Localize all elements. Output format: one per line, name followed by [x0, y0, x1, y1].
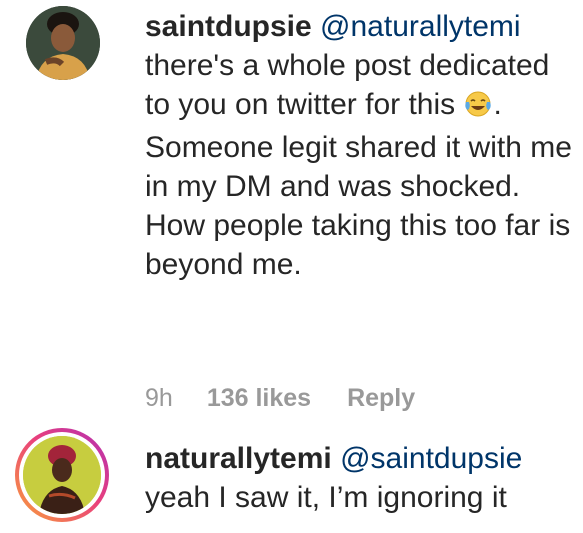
comment-likes[interactable]: 136 likes: [207, 384, 311, 413]
comment-body: naturallytemi @saintdupsie yeah I saw it…: [145, 439, 575, 517]
person-photo-icon: [26, 6, 100, 80]
comment-mention[interactable]: @saintdupsie: [340, 442, 522, 475]
avatar[interactable]: [23, 436, 101, 514]
story-ring[interactable]: [15, 428, 109, 522]
comment-username[interactable]: naturallytemi: [145, 442, 332, 475]
comment-text: yeah I saw it, I’m ignoring it: [145, 481, 507, 514]
reply-button[interactable]: Reply: [347, 384, 415, 413]
comment-meta: 9h 136 likes Reply: [145, 384, 415, 413]
comment-body: saintdupsie @naturallytemi there's a who…: [145, 7, 575, 284]
avatar[interactable]: [26, 6, 100, 80]
person-photo-icon: [23, 436, 101, 514]
comment-username[interactable]: saintdupsie: [145, 10, 312, 43]
face-with-tears-of-joy-icon: [463, 89, 493, 128]
comment-mention[interactable]: @naturallytemi: [320, 10, 521, 43]
comment-timestamp: 9h: [145, 384, 173, 412]
